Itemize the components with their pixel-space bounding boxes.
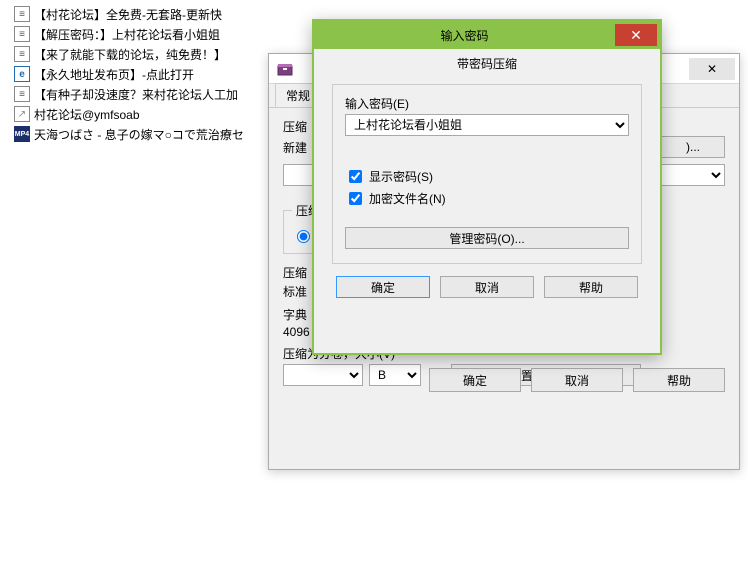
- file-item[interactable]: ≡ 【村花论坛】全免费-无套路-更新快: [14, 4, 314, 24]
- password-buttons: 确定 取消 帮助: [332, 276, 642, 298]
- mp4-file-icon: MP4: [14, 126, 30, 142]
- winrar-icon: [275, 59, 295, 79]
- text-file-icon: ≡: [14, 86, 30, 102]
- password-group: 输入密码(E) 上村花论坛看小姐姐 显示密码(S) 加密文件名(N) 管理密码(…: [332, 84, 642, 264]
- manage-passwords-button[interactable]: 管理密码(O)...: [345, 227, 629, 249]
- text-file-icon: ≡: [14, 46, 30, 62]
- file-label: 村花论坛@ymfsoab: [34, 106, 140, 123]
- password-close-button[interactable]: ✕: [615, 24, 657, 46]
- browser-icon: e: [14, 66, 30, 82]
- url-file-icon: ↗: [14, 106, 30, 122]
- close-button[interactable]: ✕: [689, 58, 735, 80]
- text-file-icon: ≡: [14, 6, 30, 22]
- password-dialog: 输入密码 ✕ 带密码压缩 输入密码(E) 上村花论坛看小姐姐 显示密码(S) 加…: [312, 19, 662, 355]
- show-password-label: 显示密码(S): [369, 168, 433, 185]
- show-password-row[interactable]: 显示密码(S): [345, 167, 629, 186]
- password-input[interactable]: 上村花论坛看小姐姐: [345, 114, 629, 136]
- encrypt-names-label: 加密文件名(N): [369, 190, 446, 207]
- file-label: 【村花论坛】全免费-无套路-更新快: [34, 6, 222, 23]
- file-label: 【解压密码：】上村花论坛看小姐姐: [34, 26, 220, 43]
- enter-password-label: 输入密码(E): [345, 95, 629, 112]
- file-item[interactable]: ≡ 【解压密码：】上村花论坛看小姐姐: [14, 24, 314, 44]
- file-label: 天海つばさ - 息子の嫁マ○コで荒治療セ: [34, 126, 244, 143]
- encrypt-names-row[interactable]: 加密文件名(N): [345, 189, 629, 208]
- password-help-button[interactable]: 帮助: [544, 276, 638, 298]
- split-size-combo[interactable]: [283, 364, 363, 386]
- password-title: 输入密码: [314, 27, 615, 44]
- file-label: 【永久地址发布页】-点此打开: [34, 66, 194, 83]
- close-icon: ✕: [707, 62, 717, 76]
- split-unit-combo[interactable]: B: [369, 364, 421, 386]
- file-label: 【有种子却没速度？来村花论坛人工加: [34, 86, 238, 103]
- show-password-checkbox[interactable]: [349, 170, 362, 183]
- close-icon: ✕: [630, 27, 642, 44]
- file-label: 【来了就能下载的论坛，纯免费！】: [34, 46, 226, 63]
- help-button[interactable]: 帮助: [633, 368, 725, 392]
- password-cancel-button[interactable]: 取消: [440, 276, 534, 298]
- password-titlebar[interactable]: 输入密码 ✕: [314, 21, 660, 49]
- ok-button[interactable]: 确定: [429, 368, 521, 392]
- cancel-button[interactable]: 取消: [531, 368, 623, 392]
- password-subtitle: 带密码压缩: [314, 49, 660, 78]
- dialog-buttons: 确定 取消 帮助: [429, 368, 725, 392]
- encrypt-names-checkbox[interactable]: [349, 192, 362, 205]
- format-rar-radio[interactable]: [297, 230, 310, 243]
- browse-button[interactable]: )...: [661, 136, 725, 158]
- password-ok-button[interactable]: 确定: [336, 276, 430, 298]
- text-file-icon: ≡: [14, 26, 30, 42]
